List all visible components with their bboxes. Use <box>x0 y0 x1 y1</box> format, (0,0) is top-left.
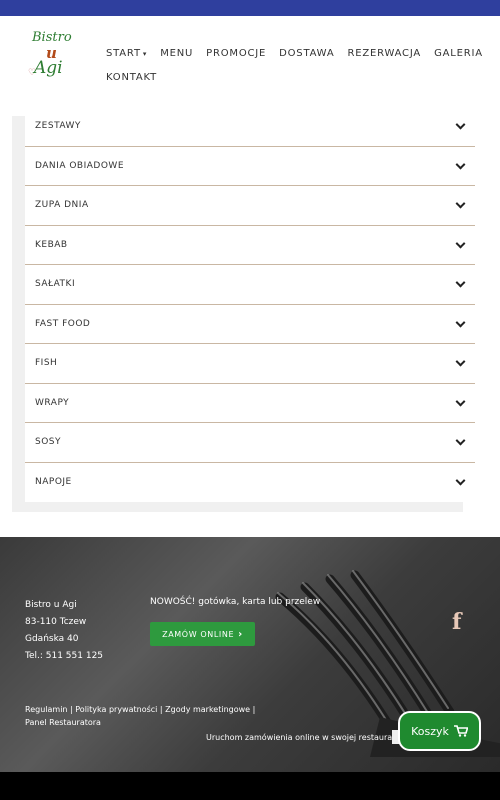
address-street: Gdańska 40 <box>25 634 79 644</box>
footer-links[interactable]: Regulamin | Polityka prywatności | Zgody… <box>25 703 265 729</box>
category-item[interactable]: FISH <box>25 344 475 384</box>
chevron-down-icon <box>455 198 466 209</box>
category-item[interactable]: WRAPY <box>25 383 475 423</box>
site-header: Bistro u ♡ Agi START ▾ MENU PROMOCJE DOST… <box>0 16 500 116</box>
chevron-down-icon <box>455 435 466 446</box>
category-item[interactable]: FAST FOOD <box>25 304 475 344</box>
category-label: FISH <box>35 358 58 369</box>
chevron-down-icon <box>455 238 466 249</box>
main-nav: START ▾ MENU PROMOCJE DOSTAWA REZERWACJA … <box>106 42 486 88</box>
logo-line-3: Agi <box>34 58 63 78</box>
category-item[interactable]: NAPOJE <box>25 462 475 502</box>
chevron-down-icon <box>455 317 466 328</box>
chevron-down-icon <box>455 356 466 367</box>
promo-text[interactable]: Uruchom zamówienia online w swojej resta… <box>206 733 404 742</box>
cart-button[interactable]: Koszyk <box>398 711 481 751</box>
facebook-icon[interactable]: f <box>452 609 461 635</box>
category-label: ZUPA DNIA <box>35 200 89 211</box>
category-label: FAST FOOD <box>35 318 91 329</box>
category-item[interactable]: ZUPA DNIA <box>25 186 475 226</box>
address-block: Bistro u Agi 83-110 Tczew Gdańska 40 Tel… <box>25 597 103 665</box>
nav-menu[interactable]: MENU <box>160 48 193 59</box>
nav-kontakt[interactable]: KONTAKT <box>106 72 157 83</box>
category-item[interactable]: ZESTAWY <box>25 107 475 147</box>
bottom-bar <box>0 772 500 800</box>
cart-label: Koszyk <box>411 724 449 738</box>
order-online-button[interactable]: ZAMÓW ONLINE › <box>150 622 255 646</box>
payment-news: NOWOŚĆ! gotówka, karta lub przelew <box>150 597 321 607</box>
order-online-label: ZAMÓW ONLINE <box>162 629 235 639</box>
address-postal: 83-110 Tczew <box>25 617 87 627</box>
chevron-down-icon <box>455 159 466 170</box>
category-label: ZESTAWY <box>35 121 81 132</box>
chevron-down-icon <box>455 277 466 288</box>
category-item[interactable]: DANIA OBIADOWE <box>25 146 475 186</box>
nav-start[interactable]: START ▾ <box>106 48 147 59</box>
category-list: ZESTAWY DANIA OBIADOWE ZUPA DNIA KEBAB S… <box>25 107 475 502</box>
category-label: SOSY <box>35 437 62 448</box>
category-item[interactable]: SAŁATKI <box>25 265 475 305</box>
category-label: NAPOJE <box>35 477 72 488</box>
category-label: SAŁATKI <box>35 279 76 290</box>
top-bar <box>0 0 500 16</box>
nav-dostawa[interactable]: DOSTAWA <box>279 48 334 59</box>
nav-rezerwacja[interactable]: REZERWACJA <box>347 48 421 59</box>
category-label: DANIA OBIADOWE <box>35 160 125 171</box>
category-label: WRAPY <box>35 397 70 408</box>
category-item[interactable]: SOSY <box>25 423 475 463</box>
nav-galeria[interactable]: GALERIA <box>434 48 483 59</box>
category-item[interactable]: KEBAB <box>25 225 475 265</box>
logo[interactable]: Bistro u ♡ Agi <box>28 30 88 100</box>
logo-line-1: Bistro <box>32 30 72 45</box>
address-phone[interactable]: Tel.: 511 551 125 <box>25 648 103 665</box>
chevron-right-icon: › <box>238 628 243 640</box>
nav-promocje[interactable]: PROMOCJE <box>206 48 266 59</box>
address-name: Bistro u Agi <box>25 600 77 610</box>
chevron-down-icon <box>455 475 466 486</box>
chevron-down-icon <box>455 396 466 407</box>
chevron-down-icon <box>455 119 466 130</box>
category-label: KEBAB <box>35 239 68 250</box>
cart-icon <box>453 725 468 737</box>
chevron-down-icon: ▾ <box>142 49 148 58</box>
